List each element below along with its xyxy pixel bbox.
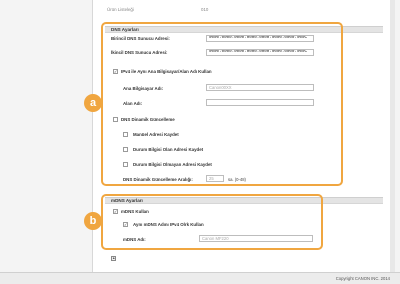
top-info-label: Ürün Listeleği xyxy=(107,7,134,12)
top-info-row: Ürün Listeleği 010 xyxy=(101,6,381,14)
dns-highlight-box xyxy=(101,22,343,186)
callout-a-badge: a xyxy=(84,94,102,112)
scrollbar[interactable] xyxy=(390,0,395,272)
mdns-highlight-box xyxy=(101,194,323,250)
page-top-icon[interactable]: ▲ xyxy=(111,256,116,261)
left-panel xyxy=(0,0,92,272)
callout-b-badge: b xyxy=(84,212,102,230)
top-info-value: 010 xyxy=(201,7,209,12)
footer: Copyright CANON INC. 2014 xyxy=(0,272,400,284)
copyright-text: Copyright CANON INC. 2014 xyxy=(335,276,390,281)
